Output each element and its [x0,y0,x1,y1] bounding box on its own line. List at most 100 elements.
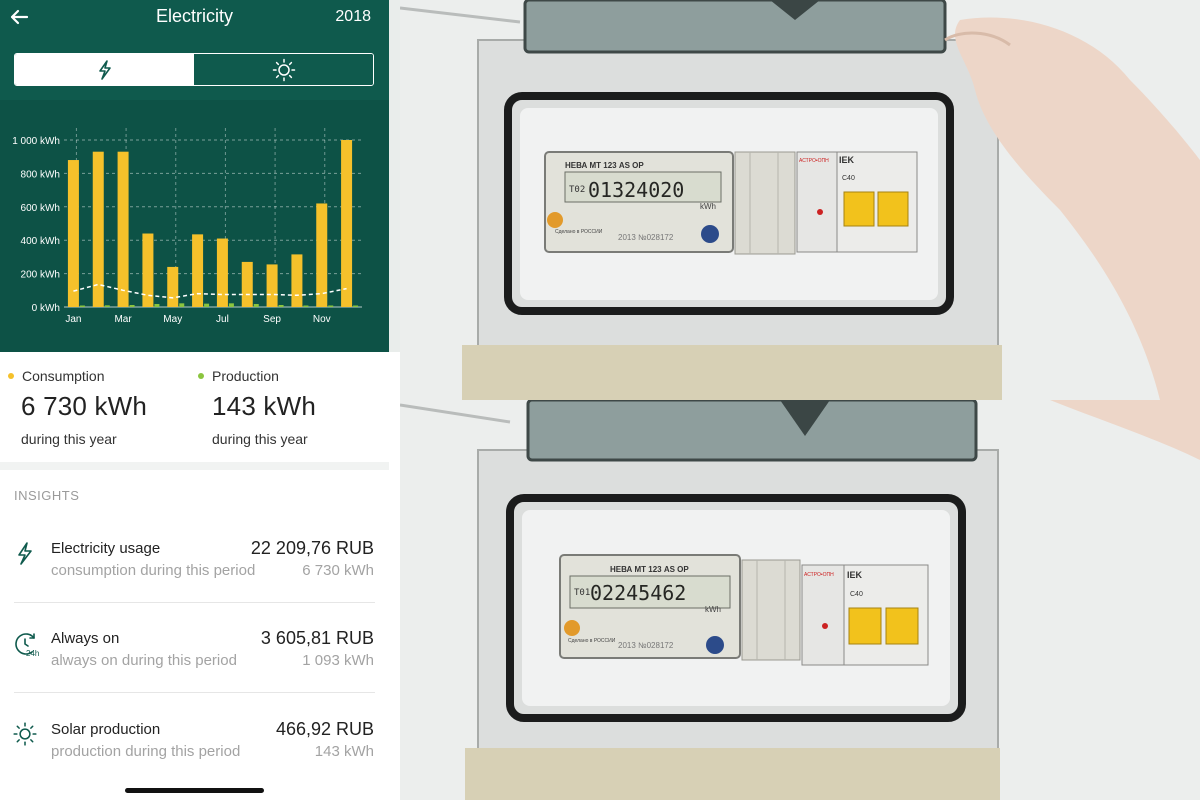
meter-tariff: T02 [569,185,585,195]
tab-production[interactable] [194,54,373,85]
consumption-bar [67,160,79,307]
insight-name: Solar production [51,721,161,738]
production-bar [278,304,284,307]
consumption-sub: during this year [21,431,117,447]
breaker-brand: IEK [839,155,855,165]
chart-svg: 0 kWh 200 kWh 400 kWh 600 kWh 800 kWh 1 000 k… [12,128,362,325]
production-bar [328,305,334,307]
breaker-brand: IEK [847,570,863,580]
home-indicator[interactable] [125,788,264,793]
meter-photo-bottom: НЕВА МТ 123 AS OP T01 02245462 kWh Сдела… [400,400,1200,800]
electricity-app-screen: Electricity 2018 0 kWh 200 kWh 400 kWh 6… [0,0,400,800]
x-tick-label: Mar [114,314,132,325]
meter-serial: 2013 №028172 [618,233,674,242]
consumption-bar [216,238,228,307]
meter-tariff: T01 [574,588,590,598]
page-title: Electricity [155,6,233,26]
x-tick-label: Jan [65,314,81,325]
y-tick-label: 200 kWh [21,270,60,281]
production-bar [303,305,309,307]
consumption-bar [117,151,129,307]
production-bar [204,303,210,307]
device-label: АСТРО•ОПН [804,572,834,578]
y-tick-label: 1 000 kWh [12,136,60,147]
insight-name: Electricity usage [51,540,161,557]
consumption-bar [316,203,328,307]
legend-production: Production 143 kWh during this year [198,368,316,447]
monthly-chart: 0 kWh 200 kWh 400 kWh 600 kWh 800 kWh 1 000 k… [0,100,389,352]
x-tick-label: May [163,314,182,325]
always-on-line [73,283,347,299]
top-bar: Electricity 2018 [0,0,389,36]
y-tick-label: 0 kWh [32,303,60,314]
svg-text:24h: 24h [26,649,39,658]
meter-serial: 2013 №028172 [618,641,674,650]
consumption-bar [192,234,204,307]
meter-made-in: Сделано в РОССИИ [568,638,616,644]
insight-desc: consumption during this period [51,562,256,579]
production-bar [353,305,359,307]
section-divider [0,462,389,470]
consumption-bar [167,266,179,307]
breaker-rating: C40 [850,591,863,598]
sun-icon [12,721,38,747]
y-tick-label: 800 kWh [21,169,60,180]
app-header: Electricity 2018 0 kWh 200 kWh 400 kWh 6… [0,0,389,352]
consumption-bar [266,264,278,307]
meter-brand: НЕВА МТ 123 AS OP [610,565,689,574]
consumption-bar [92,151,104,307]
consumption-bar [341,140,353,307]
insight-kwh: 1 093 kWh [302,652,374,669]
consumption-total: 6 730 kWh [21,391,148,421]
insight-always-on[interactable]: 24h Always on always on during this peri… [0,628,389,720]
insight-kwh: 143 kWh [314,743,374,760]
meter-unit: kWh [705,605,721,614]
meter-reading: 01324020 [588,178,684,202]
insight-divider [14,692,375,693]
tab-consumption[interactable] [15,54,194,85]
meter-unit: kWh [700,202,716,211]
production-sub: during this year [212,431,308,447]
production-bar [253,303,259,307]
production-bar [228,303,234,307]
meter-photo-top: НЕВА МТ 123 AS OP T02 01324020 kWh Сдела… [400,0,1200,400]
sun-icon [272,58,295,81]
meter-made-in: Сделано в РОССИИ [555,229,603,235]
consumption-bar [241,261,253,307]
insight-electricity-usage[interactable]: Electricity usage consumption during thi… [0,538,389,630]
production-bar [154,303,160,307]
insight-kwh: 6 730 kWh [302,562,374,579]
production-bar [129,304,135,307]
legend-production-label: Production [212,368,279,384]
device-label: АСТРО•ОПН [799,158,829,164]
production-bar [104,305,110,307]
production-bar [179,303,185,307]
clock-24h-icon: 24h [12,630,39,658]
meter-reading: 02245462 [590,581,686,605]
x-tick-label: Jul [216,314,229,325]
year-selector[interactable]: 2018 [335,8,371,26]
breaker-rating: C40 [842,175,855,182]
view-toggle [14,53,374,86]
insight-divider [14,602,375,603]
consumption-dot [8,373,14,379]
production-dot [198,373,204,379]
scrollbar[interactable] [389,0,400,352]
insight-amount: 3 605,81 RUB [260,628,374,648]
production-total: 143 kWh [212,391,317,421]
lightning-icon [98,59,111,80]
insight-amount: 466,92 RUB [275,719,374,739]
lightning-icon [12,540,38,566]
insight-desc: always on during this period [51,652,237,669]
legend-consumption: Consumption 6 730 kWh during this year [8,368,147,447]
y-tick-label: 400 kWh [21,236,60,247]
x-tick-label: Nov [313,314,331,325]
y-tick-label: 600 kWh [21,203,60,214]
insights-heading: INSIGHTS [14,488,80,503]
consumption-bar [291,254,303,307]
x-tick-label: Sep [263,314,281,325]
legend-consumption-label: Consumption [22,368,105,384]
insight-desc: production during this period [51,743,241,760]
meter-brand: НЕВА МТ 123 AS OP [565,161,644,170]
production-bar [79,305,85,307]
